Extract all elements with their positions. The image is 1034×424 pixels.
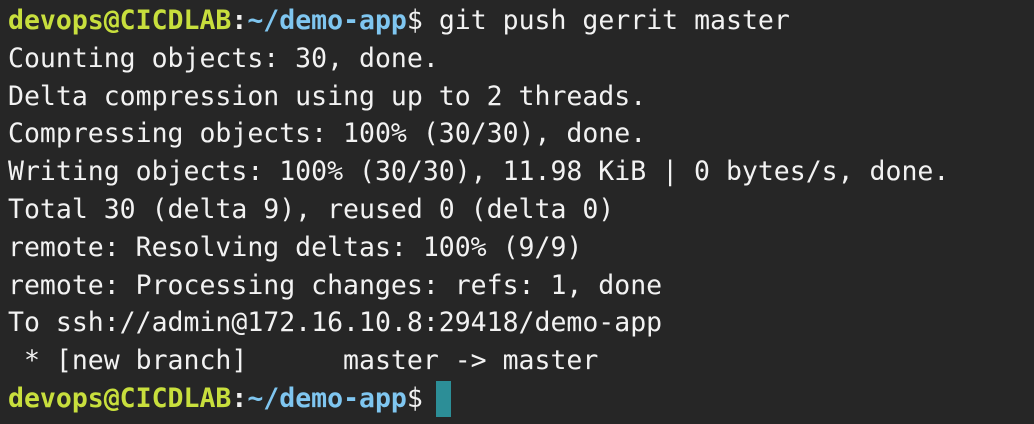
output-line: To ssh://admin@172.16.10.8:29418/demo-ap…	[8, 307, 663, 339]
prompt-symbol: $	[406, 382, 423, 414]
command-text: git push gerrit master	[422, 5, 790, 36]
text-cursor[interactable]	[435, 381, 451, 418]
command-line: devops@CICDLAB:~/demo-app$ git push gerr…	[8, 2, 1034, 40]
output-line: Total 30 (delta 9), reused 0 (delta 0)	[8, 193, 615, 225]
prompt-path: ~/demo-app	[247, 382, 407, 414]
prompt-symbol: $	[406, 5, 423, 36]
prompt-user-host: devops@CICDLAB	[8, 5, 232, 36]
output-line: Writing objects: 100% (30/30), 11.98 KiB…	[8, 156, 950, 188]
prompt-separator: :	[231, 382, 248, 414]
prompt-path: ~/demo-app	[247, 5, 407, 36]
prompt-separator: :	[231, 5, 248, 36]
output-line: * [new branch] master -> master	[8, 345, 599, 377]
prompt-user-host: devops@CICDLAB	[8, 382, 232, 414]
output-line: remote: Processing changes: refs: 1, don…	[8, 269, 663, 301]
output-line: Delta compression using up to 2 threads.	[8, 80, 647, 112]
active-prompt-line[interactable]: devops@CICDLAB:~/demo-app$	[8, 380, 1034, 418]
output-line: Counting objects: 30, done.	[8, 42, 439, 74]
selection-bracket-marker: [	[0, 2, 6, 40]
terminal-window[interactable]: [ devops@CICDLAB:~/demo-app$ git push ge…	[0, 0, 1034, 424]
output-line: remote: Resolving deltas: 100% (9/9)	[8, 231, 583, 263]
output-line: Compressing objects: 100% (30/30), done.	[8, 118, 647, 150]
